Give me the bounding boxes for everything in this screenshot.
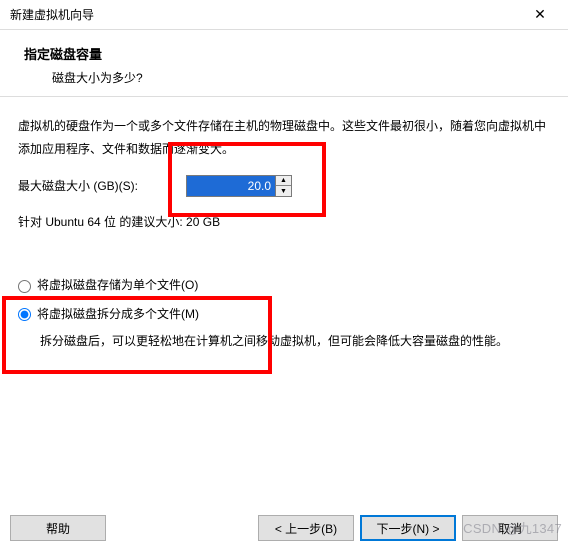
page-subtitle: 磁盘大小为多少? <box>24 63 544 86</box>
spinner-buttons: ▲ ▼ <box>275 176 291 196</box>
spin-down-button[interactable]: ▼ <box>276 186 291 196</box>
disk-size-label: 最大磁盘大小 (GB)(S): <box>18 175 186 198</box>
page-title: 指定磁盘容量 <box>24 44 544 63</box>
disk-size-input[interactable] <box>187 176 275 196</box>
wizard-footer: 帮助 < 上一步(B) 下一步(N) > 取消 <box>0 515 568 541</box>
size-recommendation: 针对 Ubuntu 64 位 的建议大小: 20 GB <box>18 211 550 234</box>
split-files-description: 拆分磁盘后，可以更轻松地在计算机之间移动虚拟机，但可能会降低大容量磁盘的性能。 <box>18 330 550 353</box>
radio-split-files-label: 将虚拟磁盘拆分成多个文件(M) <box>37 303 199 326</box>
disk-size-spinner: ▲ ▼ <box>186 175 292 197</box>
back-button[interactable]: < 上一步(B) <box>258 515 354 541</box>
titlebar: 新建虚拟机向导 ✕ <box>0 0 568 30</box>
cancel-button[interactable]: 取消 <box>462 515 558 541</box>
wizard-header: 指定磁盘容量 磁盘大小为多少? <box>0 30 568 97</box>
radio-single-file-label: 将虚拟磁盘存储为单个文件(O) <box>37 274 198 297</box>
spin-up-button[interactable]: ▲ <box>276 176 291 187</box>
close-icon: ✕ <box>534 6 546 23</box>
disk-size-row: 最大磁盘大小 (GB)(S): ▲ ▼ <box>18 175 550 198</box>
radio-single-file[interactable] <box>18 280 31 293</box>
radio-split-files-row[interactable]: 将虚拟磁盘拆分成多个文件(M) <box>18 303 550 326</box>
radio-split-files[interactable] <box>18 308 31 321</box>
window-title: 新建虚拟机向导 <box>10 6 94 23</box>
disk-description: 虚拟机的硬盘作为一个或多个文件存储在主机的物理磁盘中。这些文件最初很小，随着您向… <box>18 115 550 161</box>
wizard-content: 虚拟机的硬盘作为一个或多个文件存储在主机的物理磁盘中。这些文件最初很小，随着您向… <box>0 97 568 353</box>
close-button[interactable]: ✕ <box>520 1 560 29</box>
help-button[interactable]: 帮助 <box>10 515 106 541</box>
radio-single-file-row[interactable]: 将虚拟磁盘存储为单个文件(O) <box>18 274 550 297</box>
next-button[interactable]: 下一步(N) > <box>360 515 456 541</box>
